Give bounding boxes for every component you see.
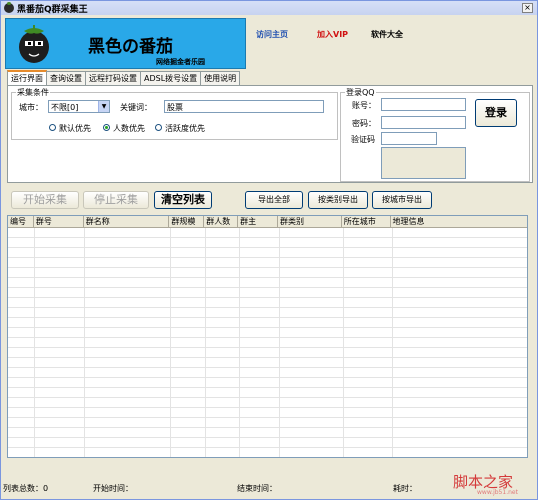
captcha-label: 验证码 xyxy=(351,135,375,144)
export-category-button[interactable]: 按类别导出 xyxy=(308,191,368,209)
radio-default-label: 默认优先 xyxy=(59,124,91,133)
password-input[interactable] xyxy=(381,116,466,129)
tab-remote-captcha[interactable]: 远程打码设置 xyxy=(85,71,141,85)
banner: 黑色の番茄 网络掘金者乐园 xyxy=(5,18,246,69)
tomato-mascot-icon xyxy=(19,25,49,63)
col-group-number[interactable]: 群号 xyxy=(34,216,84,228)
results-table[interactable]: 编号 群号 群名称 群规模 群人数 群主 群类别 所在城市 地理信息 xyxy=(7,215,528,458)
col-group-size[interactable]: 群规模 xyxy=(169,216,205,228)
radio-members-label: 人数优先 xyxy=(113,124,145,133)
radio-default[interactable] xyxy=(49,124,56,131)
tab-adsl[interactable]: ADSL拨号设置 xyxy=(140,71,202,85)
home-link[interactable]: 访问主页 xyxy=(256,29,288,40)
radio-members[interactable] xyxy=(103,124,110,131)
column-divider xyxy=(239,228,240,457)
col-id[interactable]: 编号 xyxy=(8,216,34,228)
watermark-url: www.jb51.net xyxy=(477,489,518,496)
software-link[interactable]: 软件大全 xyxy=(371,29,403,40)
column-divider xyxy=(392,228,393,457)
close-button[interactable]: × xyxy=(522,3,533,13)
clear-list-button[interactable]: 清空列表 xyxy=(154,191,212,209)
city-select[interactable]: 不限[0] ▼ xyxy=(48,100,110,113)
password-label: 密码： xyxy=(352,119,376,128)
keyword-input[interactable]: 股票 xyxy=(164,100,324,113)
tomato-icon xyxy=(4,2,14,13)
status-start-time: 开始时间： xyxy=(93,484,133,493)
tab-run[interactable]: 运行界面 xyxy=(7,70,47,85)
tab-help[interactable]: 使用说明 xyxy=(200,71,241,85)
status-elapsed: 耗时： xyxy=(393,484,417,493)
account-label: 账号： xyxy=(352,101,376,110)
export-city-button[interactable]: 按城市导出 xyxy=(372,191,432,209)
keyword-label: 关键词： xyxy=(120,103,152,112)
tab-bar: 运行界面 查询设置 远程打码设置 ADSL拨号设置 使用说明 xyxy=(7,70,241,85)
table-body xyxy=(8,228,527,457)
window-title: 黑番茄Q群采集王 xyxy=(17,5,88,15)
title-bar: 黑番茄Q群采集王 × xyxy=(1,1,537,15)
col-geo[interactable]: 地理信息 xyxy=(391,216,527,228)
column-divider xyxy=(84,228,85,457)
col-city[interactable]: 所在城市 xyxy=(342,216,391,228)
banner-title: 黑色の番茄 xyxy=(88,37,173,57)
status-total: 列表总数：0 xyxy=(3,484,49,493)
col-group-name[interactable]: 群名称 xyxy=(84,216,170,228)
column-divider xyxy=(170,228,171,457)
login-button[interactable]: 登录 xyxy=(475,99,517,127)
export-all-button[interactable]: 导出全部 xyxy=(245,191,303,209)
tab-query-settings[interactable]: 查询设置 xyxy=(46,71,86,85)
radio-activity-label: 活跃度优先 xyxy=(165,124,205,133)
col-owner[interactable]: 群主 xyxy=(238,216,278,228)
col-member-count[interactable]: 群人数 xyxy=(204,216,239,228)
captcha-input[interactable] xyxy=(381,132,437,145)
login-group-label: 登录QQ xyxy=(345,87,376,98)
start-collect-button[interactable]: 开始采集 xyxy=(11,191,79,209)
column-divider xyxy=(279,228,280,457)
column-divider xyxy=(34,228,35,457)
city-label: 城市： xyxy=(19,103,43,112)
captcha-image[interactable] xyxy=(381,147,466,179)
city-select-value: 不限[0] xyxy=(51,103,79,112)
table-header: 编号 群号 群名称 群规模 群人数 群主 群类别 所在城市 地理信息 xyxy=(8,216,527,228)
account-input[interactable] xyxy=(381,98,466,111)
vip-link[interactable]: 加入VIP xyxy=(317,29,348,40)
radio-activity[interactable] xyxy=(155,124,162,131)
column-divider xyxy=(343,228,344,457)
col-category[interactable]: 群类别 xyxy=(278,216,342,228)
collect-group-label: 采集条件 xyxy=(16,87,50,98)
column-divider xyxy=(205,228,206,457)
stop-collect-button[interactable]: 停止采集 xyxy=(83,191,149,209)
status-end-time: 结束时间： xyxy=(237,484,277,493)
chevron-down-icon[interactable]: ▼ xyxy=(98,101,109,112)
banner-subtitle: 网络掘金者乐园 xyxy=(156,58,205,66)
app-window: 黑番茄Q群采集王 × 黑色の番茄 网络掘金者乐园 访问主页 加入VIP 软件大全… xyxy=(0,0,538,500)
